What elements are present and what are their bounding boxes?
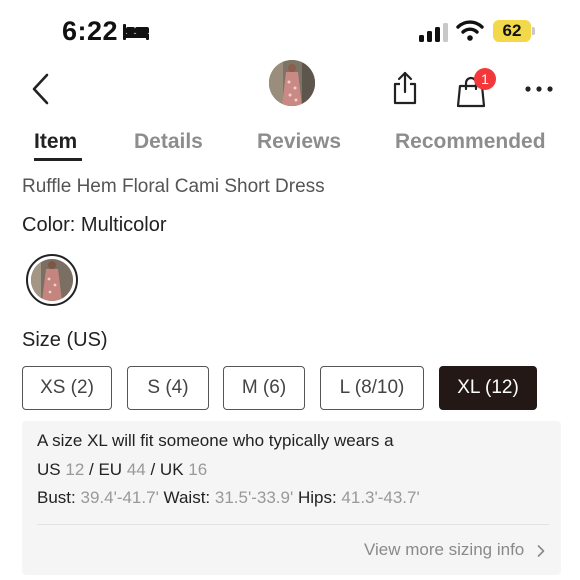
product-title: Ruffle Hem Floral Cami Short Dress xyxy=(22,176,325,197)
color-value: Multicolor xyxy=(80,214,167,236)
tab-bar: Item Details Reviews Recommended xyxy=(0,126,580,166)
size-option-s[interactable]: S (4) xyxy=(127,366,209,410)
uk-value: 16 xyxy=(188,460,208,479)
tab-details[interactable]: Details xyxy=(134,130,203,154)
product-thumbnail[interactable] xyxy=(269,60,315,106)
waist-label: Waist: xyxy=(163,488,211,507)
battery-level: 62 xyxy=(502,21,522,40)
size-option-l[interactable]: L (8/10) xyxy=(320,366,424,410)
size-measurements: Bust: 39.4'-41.7' Waist: 31.5'-33.9' Hip… xyxy=(37,488,420,508)
product-photo-image xyxy=(269,60,315,106)
more-icon[interactable] xyxy=(524,84,554,94)
size-option-xs[interactable]: XS (2) xyxy=(22,366,112,410)
battery-indicator: 62 xyxy=(493,20,535,42)
battery-tip xyxy=(532,27,535,35)
color-label-text: Color: xyxy=(22,214,76,236)
size-option-xl[interactable]: XL (12) xyxy=(439,366,537,410)
size-option-m[interactable]: M (6) xyxy=(223,366,305,410)
hips-value: 41.3'-43.7' xyxy=(341,488,420,507)
color-swatch-multicolor[interactable] xyxy=(26,254,78,306)
cart-button[interactable]: 1 xyxy=(454,68,496,108)
bust-value: 39.4'-41.7' xyxy=(80,488,159,507)
eu-value: 44 xyxy=(126,460,146,479)
status-time: 6:22 xyxy=(62,16,119,46)
eu-label: / EU xyxy=(89,460,123,479)
us-value: 12 xyxy=(65,460,85,479)
status-bar: 6:22 62 xyxy=(0,0,580,60)
view-more-sizing-label: View more sizing info xyxy=(363,540,525,559)
color-label: Color: Multicolor xyxy=(22,214,167,237)
view-more-sizing-link[interactable]: View more sizing info xyxy=(364,540,545,560)
hips-label: Hips: xyxy=(297,488,337,507)
bed-icon xyxy=(123,24,149,40)
swatch-image xyxy=(31,259,73,301)
active-tab-indicator xyxy=(34,158,82,161)
tab-reviews[interactable]: Reviews xyxy=(257,130,341,154)
chevron-right-icon xyxy=(537,544,545,557)
dress-photo-image xyxy=(31,259,73,301)
cellular-signal-icon xyxy=(419,23,448,42)
us-label: US xyxy=(37,460,61,479)
chevron-left-icon[interactable] xyxy=(28,72,54,106)
divider xyxy=(37,524,549,525)
nav-bar: 1 xyxy=(0,56,580,120)
tab-recommended[interactable]: Recommended xyxy=(395,130,546,154)
bust-label: Bust: xyxy=(37,488,76,507)
share-icon[interactable] xyxy=(390,70,420,106)
cart-count-badge: 1 xyxy=(474,68,496,90)
waist-value: 31.5'-33.9' xyxy=(214,488,294,507)
uk-label: / UK xyxy=(150,460,184,479)
size-fit-intro: A size XL will fit someone who typically… xyxy=(37,431,394,450)
tab-item[interactable]: Item xyxy=(34,130,77,154)
size-info-card: A size XL will fit someone who typically… xyxy=(22,421,561,575)
wifi-icon xyxy=(456,20,484,41)
size-label: Size (US) xyxy=(22,329,108,351)
size-conversion: US 12 / EU 44 / UK 16 xyxy=(37,460,207,480)
